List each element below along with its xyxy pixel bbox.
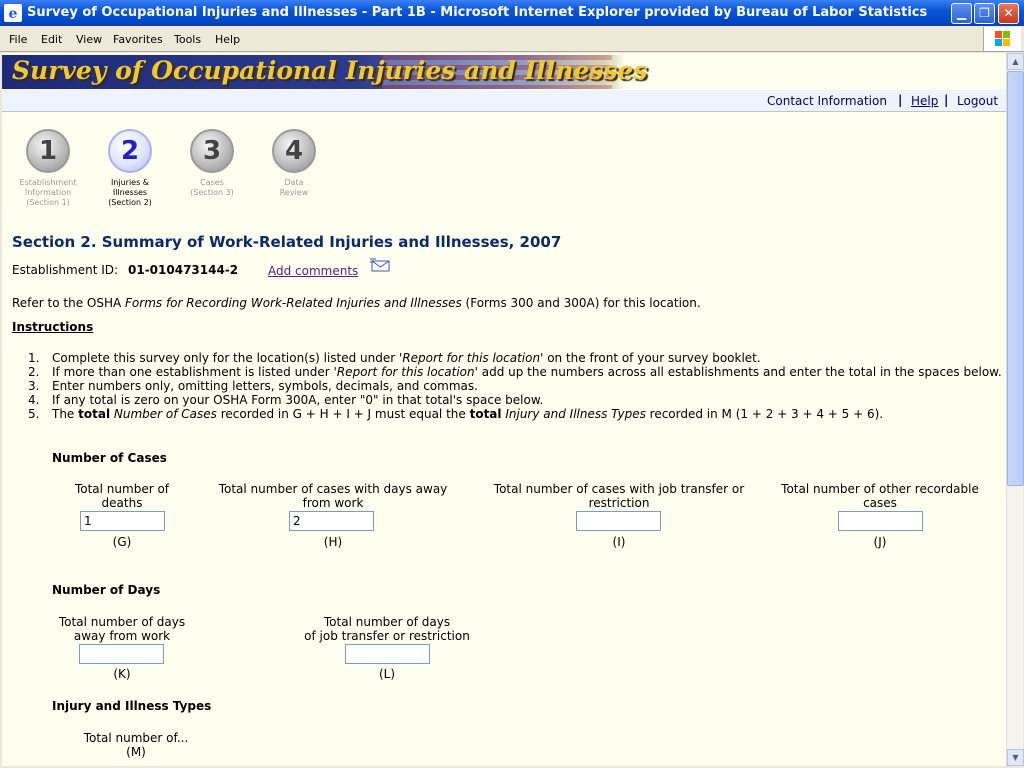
menu-file[interactable]: File <box>9 33 27 46</box>
windows-logo-icon <box>983 27 1021 51</box>
window-title-bar: e Survey of Occupational Injuries and Il… <box>0 0 1024 26</box>
scrollbar-thumb[interactable] <box>1007 71 1024 486</box>
window-title: Survey of Occupational Injuries and Illn… <box>27 5 928 20</box>
deaths-input[interactable] <box>80 511 165 531</box>
top-navigation: Contact Information | Help | Logout <box>2 90 1006 112</box>
instructions-heading: Instructions <box>12 320 94 334</box>
step-label: Information <box>24 188 72 197</box>
days-job-transfer-input[interactable] <box>345 644 430 664</box>
job-transfer-cases-input[interactable] <box>576 511 661 531</box>
establishment-id-label: Establishment ID: <box>12 263 119 277</box>
internet-explorer-icon: e <box>4 4 22 22</box>
step-4-data-review[interactable]: 4 Data Review <box>256 129 332 198</box>
instructions-list: 1. Complete this survey only for the loca… <box>24 351 1004 421</box>
instruction-item: 4. If any total is zero on your OSHA Form… <box>28 393 544 407</box>
menu-tools[interactable]: Tools <box>174 33 201 46</box>
svg-text:e: e <box>9 6 18 22</box>
instruction-item: 5. The total Number of Cases recorded in … <box>28 407 884 421</box>
days-away-input[interactable] <box>79 644 164 664</box>
field-code-m: (M) <box>126 745 146 759</box>
step-1-establishment[interactable]: 1 Establishment Information (Section 1) <box>10 129 86 208</box>
refer-text-forms: Forms for Recording Work-Related Injurie… <box>125 296 462 310</box>
instruction-item: 3. Enter numbers only, omitting letters, … <box>28 379 478 393</box>
instruction-item: 1. Complete this survey only for the loca… <box>28 351 761 365</box>
field-label-l: Total number of days of job transfer or r… <box>304 615 470 643</box>
scroll-up-arrow-icon[interactable]: ▲ <box>1007 53 1024 70</box>
step-label: Data <box>284 178 304 187</box>
other-recordable-cases-input[interactable] <box>838 511 923 531</box>
days-away-cases-input[interactable] <box>289 511 374 531</box>
refer-text-part: Refer to the OSHA <box>12 296 126 310</box>
menu-bar: File Edit View Favorites Tools Help <box>0 26 1024 52</box>
page-viewport: Survey of Occupational Injuries and Illn… <box>2 53 1006 766</box>
minimize-button[interactable]: ▁ <box>951 3 972 24</box>
envelope-icon[interactable] <box>370 258 390 272</box>
menu-view[interactable]: View <box>76 33 102 46</box>
field-code-g: (G) <box>112 535 132 549</box>
menu-help[interactable]: Help <box>215 33 240 46</box>
close-button[interactable]: ✕ <box>998 3 1019 24</box>
field-label-i: Total number of cases with job transfer … <box>493 482 745 510</box>
number-of-days-heading: Number of Days <box>52 583 161 597</box>
scroll-down-arrow-icon[interactable]: ▼ <box>1007 749 1024 766</box>
step-label: (Section 1) <box>26 198 70 207</box>
step-label: (Section 2) <box>108 198 152 207</box>
step-label: Illnesses <box>112 188 148 197</box>
add-comments-link[interactable]: Add comments <box>268 264 358 278</box>
number-of-cases-heading: Number of Cases <box>52 451 167 465</box>
total-number-of-label: Total number of... <box>83 731 189 745</box>
field-code-j: (J) <box>873 535 887 549</box>
field-code-i: (I) <box>612 535 626 549</box>
step-label: Injuries & <box>110 178 150 187</box>
banner-title: Survey of Occupational Injuries and Illn… <box>12 56 648 85</box>
step-3-cases[interactable]: 3 Cases (Section 3) <box>174 129 250 198</box>
help-link[interactable]: Help <box>911 94 938 108</box>
vertical-scrollbar[interactable]: ▲ ▼ <box>1006 53 1024 766</box>
step-2-injuries[interactable]: 2 Injuries & Illnesses (Section 2) <box>92 129 168 208</box>
field-code-l: (L) <box>378 667 396 681</box>
establishment-id-value: 01-010473144-2 <box>128 263 239 277</box>
instruction-item: 2. If more than one establishment is list… <box>28 365 1002 379</box>
field-label-j: Total number of other recordable cases <box>781 482 979 510</box>
step-label: Establishment <box>19 178 77 187</box>
refer-text-part: (Forms 300 and 300A) for this location. <box>461 296 701 310</box>
field-code-k: (K) <box>113 667 131 681</box>
page-title: Section 2. Summary of Work-Related Injur… <box>12 233 562 251</box>
step-label: (Section 3) <box>190 188 234 197</box>
restore-button[interactable]: ❐ <box>974 3 995 24</box>
field-label-k: Total number of days away from work <box>58 615 186 643</box>
nav-separator: | <box>898 93 903 107</box>
site-banner: Survey of Occupational Injuries and Illn… <box>2 55 1006 89</box>
nav-separator: | <box>944 93 949 107</box>
menu-edit[interactable]: Edit <box>41 33 62 46</box>
logout-link[interactable]: Logout <box>957 94 998 108</box>
step-label: Cases <box>200 178 224 187</box>
contact-information-link[interactable]: Contact Information <box>767 94 887 108</box>
field-label-g: Total number of deaths <box>74 482 170 510</box>
injury-illness-types-heading: Injury and Illness Types <box>52 699 212 713</box>
step-label: Review <box>279 188 309 197</box>
refer-text: Refer to the OSHA Forms for Recording Wo… <box>12 296 701 310</box>
step-number: 3 <box>190 129 234 173</box>
field-label-h: Total number of cases with days away from… <box>218 482 448 510</box>
step-number: 1 <box>26 129 70 173</box>
step-number: 2 <box>108 129 152 173</box>
menu-favorites[interactable]: Favorites <box>113 33 163 46</box>
step-number: 4 <box>272 129 316 173</box>
field-code-h: (H) <box>323 535 343 549</box>
